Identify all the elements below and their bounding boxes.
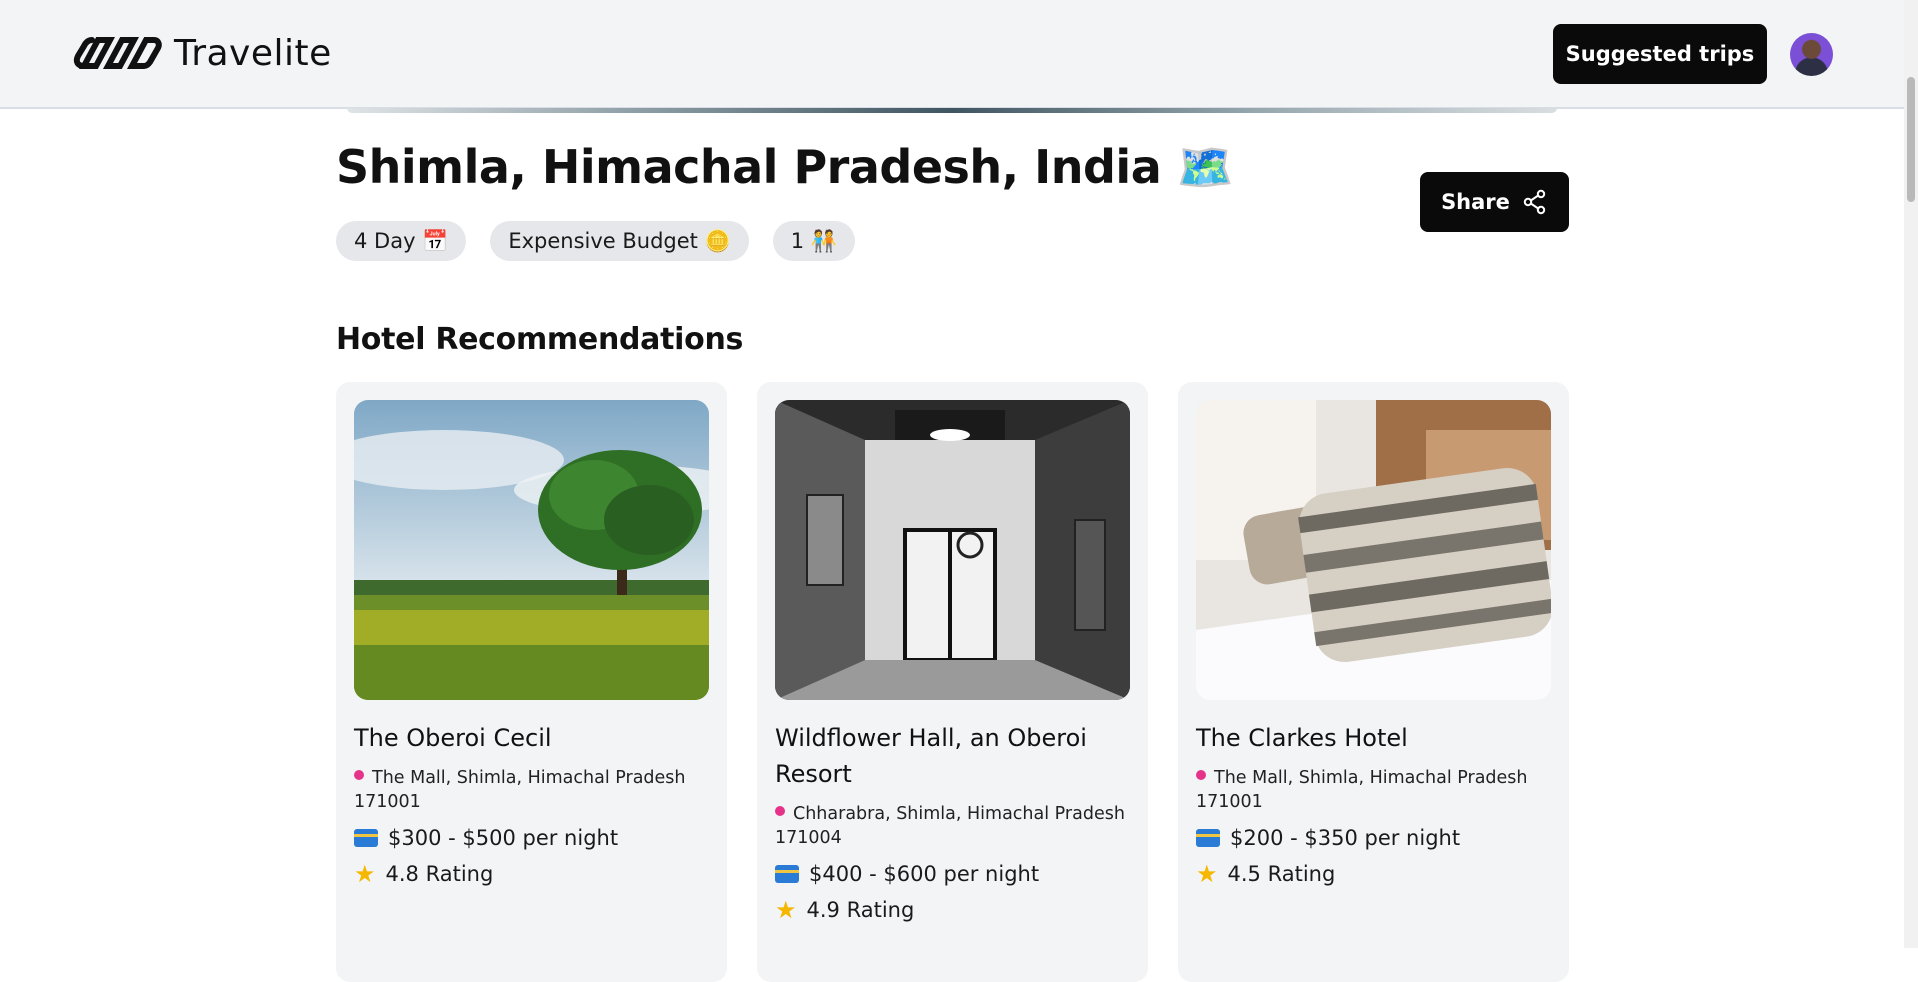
hotel-image [1196,400,1551,700]
hotel-price: $200 - $350 per night [1196,826,1551,850]
hotel-card[interactable]: The Oberoi Cecil The Mall, Shimla, Himac… [336,382,727,982]
scrollbar-thumb[interactable] [1907,77,1915,202]
travelers-chip: 1 🧑‍🤝‍🧑 [772,221,855,261]
hotel-card[interactable]: Wildflower Hall, an Oberoi Resort Chhara… [757,382,1148,982]
hotel-address: The Mall, Shimla, Himachal Pradesh 17100… [354,768,686,812]
hotel-rating: ★ 4.9 Rating [775,896,915,924]
hotel-address: The Mall, Shimla, Himachal Pradesh 17100… [1196,768,1528,812]
credit-card-icon [354,829,378,847]
hero-image-edge [347,108,1557,113]
trip-title: Shimla, Himachal Pradesh, India 🗺️ [336,140,1234,194]
location-pin-icon [354,770,364,780]
user-avatar[interactable] [1790,33,1833,76]
hotel-image [354,400,709,700]
hotel-name: The Oberoi Cecil [354,724,552,752]
hotel-cards-list: The Oberoi Cecil The Mall, Shimla, Himac… [336,382,1569,982]
hotel-recommendations-heading: Hotel Recommendations [336,322,744,357]
app-logo[interactable]: Travelite [70,30,332,76]
hotel-rating: ★ 4.5 Rating [1196,860,1336,888]
star-icon: ★ [775,896,797,924]
days-chip: 4 Day 📅 [336,221,467,261]
suggested-trips-button[interactable]: Suggested trips [1553,24,1767,84]
credit-card-icon [775,865,799,883]
star-icon: ★ [354,860,376,888]
location-pin-icon [1196,770,1206,780]
hotel-rating: ★ 4.8 Rating [354,860,494,888]
hotel-card[interactable]: The Clarkes Hotel The Mall, Shimla, Hima… [1178,382,1569,982]
app-name: Travelite [174,32,332,74]
share-icon [1523,189,1546,215]
infinity-logo-icon [73,37,162,69]
top-navbar: Travelite Suggested trips [0,0,1918,109]
page-scrollbar[interactable] [1904,0,1918,948]
budget-chip: Expensive Budget 🪙 [490,221,749,261]
hotel-address: Chharabra, Shimla, Himachal Pradesh 1710… [775,804,1125,848]
hotel-price: $300 - $500 per night [354,826,709,850]
hotel-name: Wildflower Hall, an Oberoi Resort [775,724,1087,788]
share-button[interactable]: Share [1420,172,1569,232]
credit-card-icon [1196,829,1220,847]
star-icon: ★ [1196,860,1218,888]
hotel-image [775,400,1130,700]
location-pin-icon [775,806,785,816]
trip-info-chips: 4 Day 📅 Expensive Budget 🪙 1 🧑‍🤝‍🧑 [336,221,855,261]
hotel-price: $400 - $600 per night [775,862,1130,886]
hotel-name: The Clarkes Hotel [1196,724,1408,752]
share-label: Share [1441,190,1510,214]
